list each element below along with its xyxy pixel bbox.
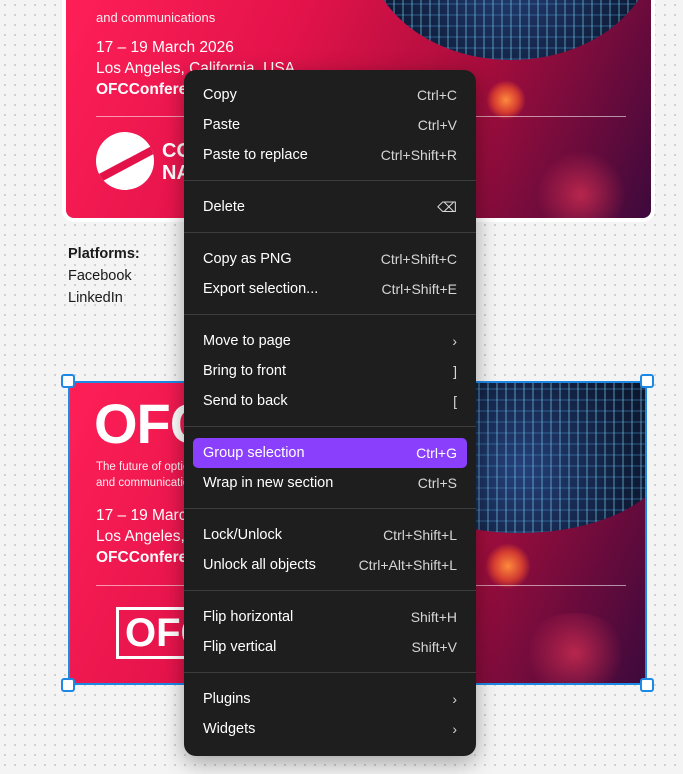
menu-separator (184, 180, 476, 181)
menu-item-label: Paste (203, 117, 241, 133)
menu-item-move-to-page[interactable]: Move to page › (193, 326, 467, 356)
menu-separator (184, 508, 476, 509)
menu-item-group-selection[interactable]: Group selection Ctrl+G (193, 438, 467, 468)
menu-item-shortcut: Ctrl+C (416, 87, 457, 103)
menu-item-delete[interactable]: Delete ⌫ (193, 192, 467, 222)
menu-item-lock-unlock[interactable]: Lock/Unlock Ctrl+Shift+L (193, 520, 467, 550)
menu-item-shortcut: Ctrl+Shift+R (380, 147, 457, 163)
menu-separator (184, 314, 476, 315)
menu-item-plugins[interactable]: Plugins › (193, 684, 467, 714)
menu-item-label: Delete (203, 199, 245, 215)
menu-separator (184, 232, 476, 233)
menu-item-send-to-back[interactable]: Send to back [ (193, 386, 467, 416)
chevron-right-icon: › (452, 721, 457, 737)
platform-item-linkedin: LinkedIn (68, 290, 123, 306)
resize-handle-top-right[interactable] (640, 374, 654, 388)
menu-item-label: Flip vertical (203, 639, 277, 655)
menu-item-label: Copy as PNG (203, 251, 292, 267)
menu-item-label: Wrap in new section (203, 475, 334, 491)
light-glow-decoration (486, 80, 526, 120)
circuit-board-image (366, 0, 651, 60)
platforms-heading: Platforms: (68, 246, 140, 262)
menu-item-label: Export selection... (203, 281, 319, 297)
light-glow-decoration (520, 613, 630, 683)
menu-item-shortcut: ] (453, 363, 457, 379)
frame-tagline: and communications (96, 10, 216, 25)
menu-item-bring-to-front[interactable]: Bring to front] (193, 356, 467, 386)
menu-item-copy-as-png[interactable]: Copy as PNG Ctrl+Shift+C (193, 244, 467, 274)
menu-separator (184, 426, 476, 427)
menu-item-paste[interactable]: Paste Ctrl+V (193, 110, 467, 140)
menu-item-paste-to-replace[interactable]: Paste to replace Ctrl+Shift+R (193, 140, 467, 170)
light-glow-decoration (485, 543, 531, 589)
platform-item-facebook: Facebook (68, 268, 132, 284)
menu-item-shortcut: Ctrl+S (417, 475, 457, 491)
menu-item-export-selection[interactable]: Export selection... Ctrl+Shift+E (193, 274, 467, 304)
chevron-right-icon: › (452, 333, 457, 349)
platforms-note[interactable]: Platforms: Facebook LinkedIn (68, 243, 140, 309)
menu-separator (184, 590, 476, 591)
menu-item-shortcut: Shift+V (411, 639, 457, 655)
menu-item-shortcut: Ctrl+Shift+C (380, 251, 457, 267)
menu-item-shortcut: Ctrl+V (417, 117, 457, 133)
menu-item-shortcut: [ (453, 393, 457, 409)
menu-item-label: Send to back (203, 393, 288, 409)
context-menu: Copy Ctrl+C Paste Ctrl+V Paste to replace Ctr… (184, 70, 476, 756)
menu-item-label: Unlock all objects (203, 557, 316, 573)
menu-item-unlock-all-objects[interactable]: Unlock all objects Ctrl+Alt+Shift+L (193, 550, 467, 580)
menu-item-widgets[interactable]: Widgets › (193, 714, 467, 744)
resize-handle-top-left[interactable] (61, 374, 75, 388)
menu-item-flip-vertical[interactable]: Flip vertical Shift+V (193, 632, 467, 662)
menu-item-label: Plugins (203, 691, 251, 707)
menu-item-label: Lock/Unlock (203, 527, 282, 543)
menu-item-label: Widgets (203, 721, 256, 737)
menu-item-label: Flip horizontal (203, 609, 294, 625)
menu-item-shortcut: Ctrl+G (416, 445, 457, 461)
light-glow-decoration (536, 150, 626, 218)
ofc-logo-mark (96, 132, 154, 190)
menu-item-label: Paste to replace (203, 147, 308, 163)
menu-separator (184, 672, 476, 673)
resize-handle-bottom-right[interactable] (640, 678, 654, 692)
menu-item-shortcut: Ctrl+Shift+L (383, 527, 457, 543)
menu-item-label: Copy (203, 87, 237, 103)
backspace-icon: ⌫ (437, 198, 457, 215)
menu-item-shortcut: Shift+H (410, 609, 457, 625)
menu-item-shortcut: Ctrl+Shift+E (381, 281, 457, 297)
menu-item-shortcut: Ctrl+Alt+Shift+L (358, 557, 457, 573)
menu-item-label: Bring to front (203, 363, 287, 379)
frame-date: 17 – 19 March 2026 (96, 39, 234, 56)
menu-item-flip-horizontal[interactable]: Flip horizontal Shift+H (193, 602, 467, 632)
menu-item-label: Group selection (203, 445, 305, 461)
menu-item-label: Move to page (203, 333, 291, 349)
resize-handle-bottom-left[interactable] (61, 678, 75, 692)
menu-item-wrap-in-new-section[interactable]: Wrap in new section Ctrl+S (193, 468, 467, 498)
chevron-right-icon: › (452, 691, 457, 707)
menu-item-copy[interactable]: Copy Ctrl+C (193, 80, 467, 110)
